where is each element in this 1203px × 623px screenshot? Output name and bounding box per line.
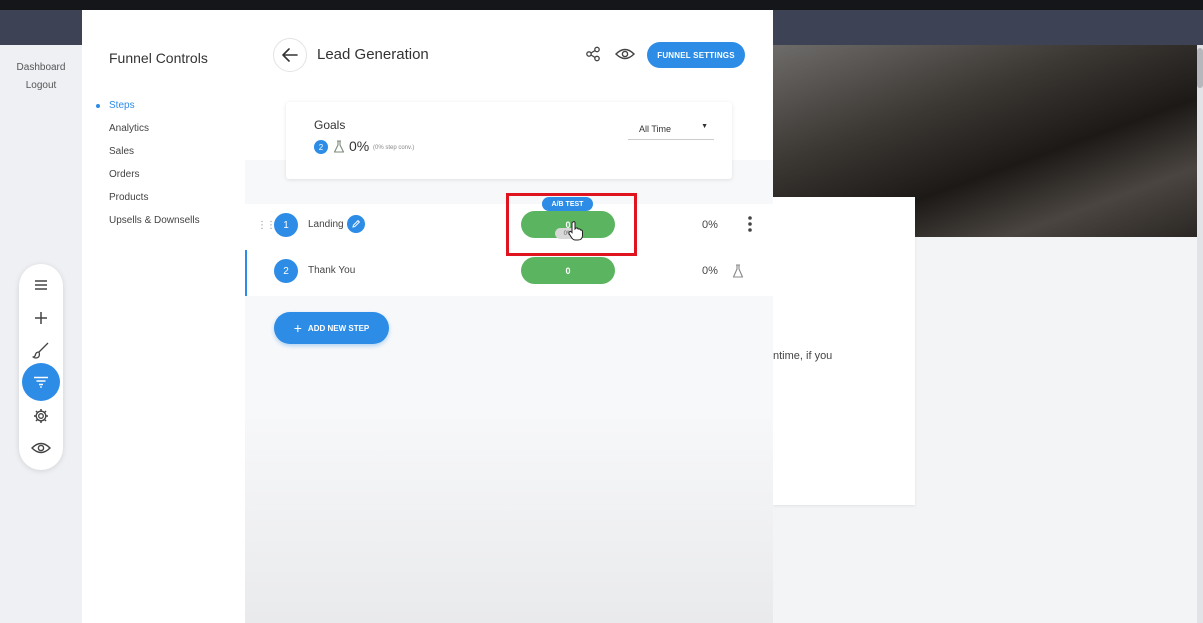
split-test-flask-icon[interactable] — [732, 264, 744, 278]
sidebar-menu: Steps Analytics Sales Orders Products Up… — [96, 94, 200, 232]
step-percent: 0% — [702, 265, 718, 277]
nav-dashboard-link[interactable]: Dashboard — [0, 59, 82, 77]
eye-icon — [31, 442, 51, 454]
back-button[interactable] — [273, 38, 307, 72]
sidebar-item-label: Orders — [109, 169, 140, 180]
background-text: ntime, if you — [773, 350, 833, 362]
preview-eye-icon[interactable] — [615, 47, 635, 61]
step-stat-value: 0 — [565, 265, 571, 276]
sidebar-item-analytics[interactable]: Analytics — [109, 117, 200, 140]
goals-card: Goals 2 0% (0% step conv.) All Time ▼ — [286, 102, 732, 179]
funnel-button[interactable] — [22, 363, 60, 401]
tool-palette — [19, 264, 63, 470]
goals-label: Goals — [314, 118, 346, 132]
sidebar-item-sales[interactable]: Sales — [109, 140, 200, 163]
more-options-icon[interactable] — [748, 215, 752, 233]
time-filter-value: All Time — [639, 124, 672, 134]
funnel-controls-sidebar: Funnel Controls Steps Analytics Sales Or… — [82, 10, 245, 623]
sidebar-item-products[interactable]: Products — [109, 186, 200, 209]
add-step-label: ADD NEW STEP — [307, 323, 370, 333]
plus-icon — [35, 312, 47, 324]
edit-step-button[interactable] — [347, 215, 365, 233]
step-row-thank-you[interactable]: 2 Thank You 0 0% — [245, 250, 773, 296]
back-arrow-icon — [282, 48, 298, 62]
chevron-down-icon: ▼ — [701, 123, 708, 130]
settings-button[interactable] — [19, 400, 63, 432]
drag-handle-icon[interactable]: ⋮⋮ — [257, 220, 276, 231]
step-percent: 0% — [702, 219, 718, 231]
sidebar-title: Funnel Controls — [109, 50, 208, 66]
funnel-settings-button[interactable]: FUNNEL SETTINGS — [647, 42, 745, 68]
goals-count-badge: 2 — [314, 140, 328, 154]
sidebar-item-label: Sales — [109, 146, 135, 157]
sidebar-item-label: Steps — [109, 100, 135, 111]
gear-icon — [34, 409, 48, 423]
flask-icon — [333, 140, 345, 153]
step-number-badge: 1 — [274, 213, 298, 237]
hand-cursor-icon — [568, 221, 583, 241]
sidebar-item-label: Upsells & Downsells — [109, 215, 200, 226]
top-dark-bar — [0, 0, 1203, 10]
preview-button[interactable] — [19, 432, 63, 464]
time-filter-select[interactable]: All Time ▼ — [628, 120, 714, 140]
menu-button[interactable] — [19, 269, 63, 301]
step-number-badge: 2 — [274, 259, 298, 283]
sidebar-item-steps[interactable]: Steps — [96, 94, 200, 117]
goals-percent: 0% — [349, 138, 370, 154]
step-stat-pill[interactable]: 0 — [521, 257, 615, 284]
goals-conversion-note: (0% step conv.) — [373, 145, 415, 151]
sidebar-item-orders[interactable]: Orders — [109, 163, 200, 186]
pencil-icon — [352, 219, 361, 228]
brush-icon — [32, 342, 49, 359]
plus-icon: + — [293, 320, 302, 336]
menu-icon — [35, 280, 47, 290]
design-button[interactable] — [19, 334, 63, 366]
scrollbar-thumb[interactable] — [1197, 48, 1203, 88]
sidebar-item-label: Products — [109, 192, 149, 203]
active-dot-icon — [96, 104, 100, 108]
sidebar-item-label: Analytics — [109, 123, 150, 134]
funnel-icon — [34, 376, 48, 388]
sidebar-item-upsells-downsells[interactable]: Upsells & Downsells — [109, 209, 200, 232]
panel-fade — [245, 410, 773, 623]
main-panel: Lead Generation FUNNEL SETTINGS Goals 2 … — [245, 10, 773, 623]
add-element-button[interactable] — [19, 302, 63, 334]
add-new-step-button[interactable]: + ADD NEW STEP — [274, 312, 389, 344]
nav-logout-link[interactable]: Logout — [0, 77, 82, 95]
page-title: Lead Generation — [317, 46, 429, 63]
scrollbar-track[interactable] — [1197, 45, 1203, 623]
step-name: Thank You — [308, 265, 356, 276]
step-name: Landing — [308, 219, 344, 230]
share-icon[interactable] — [585, 46, 601, 62]
